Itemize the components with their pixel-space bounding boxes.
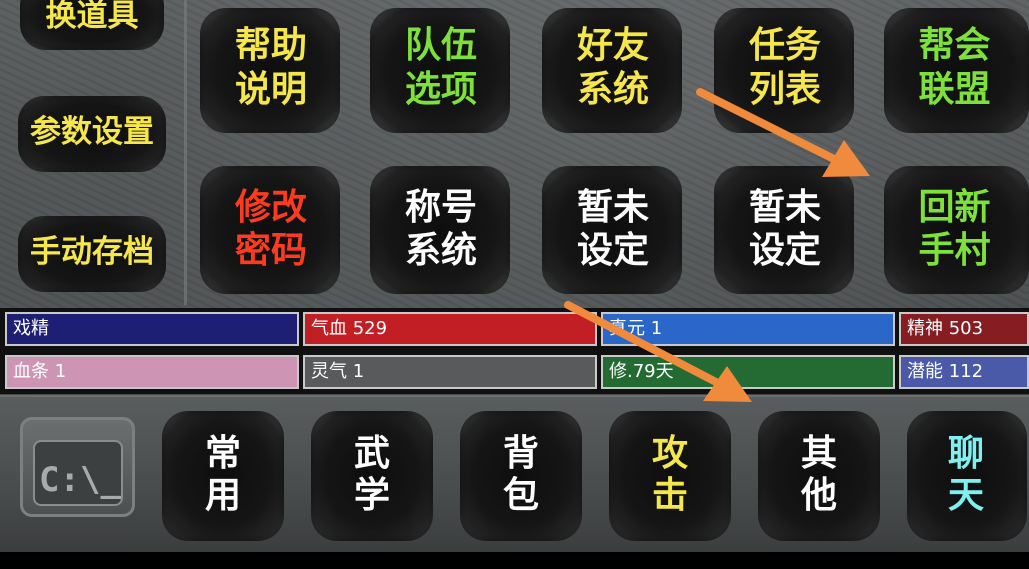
arrow-to-return-village bbox=[696, 88, 870, 177]
arrow-shaft bbox=[696, 88, 840, 164]
arrow-to-tab-other bbox=[564, 301, 752, 402]
arrow-shaft bbox=[564, 301, 720, 386]
game-screen: 换道具 参数设置 手动存档 帮助 说明 队伍 选项 好友 系统 任务 列表 帮会… bbox=[0, 0, 1029, 569]
arrow-head bbox=[703, 366, 752, 402]
annotation-arrows bbox=[564, 88, 870, 402]
